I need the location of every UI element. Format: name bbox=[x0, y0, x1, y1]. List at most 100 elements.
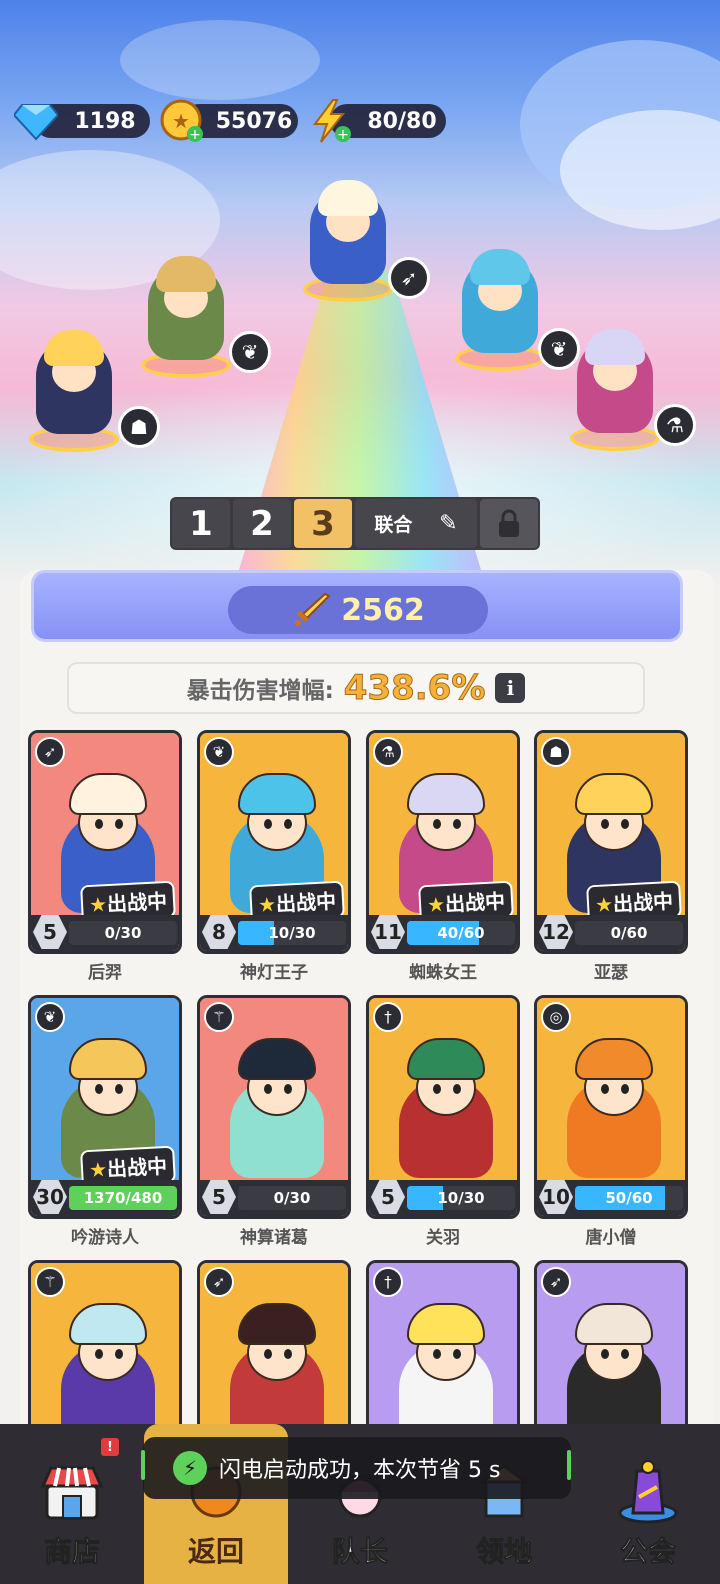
nav-guild[interactable]: 公会 bbox=[576, 1424, 720, 1584]
helmet-icon: ☗ bbox=[541, 737, 571, 767]
bow-icon: ➶ bbox=[388, 257, 430, 299]
hero-card[interactable]: ☗ ★出战中 12 0/60 bbox=[534, 730, 688, 954]
hero-card[interactable]: † bbox=[366, 1260, 520, 1434]
shop-icon bbox=[37, 1460, 107, 1524]
bow-icon: ➶ bbox=[35, 737, 65, 767]
hero-card-footer: 5 0/30 bbox=[200, 1180, 348, 1216]
hero-card[interactable]: ❦ ★出战中 8 10/30 bbox=[197, 730, 351, 954]
hero-card-footer: 12 0/60 bbox=[537, 915, 685, 951]
union-label: 联合 bbox=[374, 514, 413, 536]
sword-icon: † bbox=[373, 1267, 403, 1297]
hero-level: 12 bbox=[539, 915, 573, 949]
hero-name: 亚瑟 bbox=[594, 963, 628, 983]
hero-xp-bar: 40/60 bbox=[407, 921, 515, 945]
cloud-decoration bbox=[120, 20, 320, 100]
wings-icon: ❦ bbox=[229, 331, 271, 373]
hero-xp-bar: 10/30 bbox=[238, 921, 346, 945]
hero-name: 神算诸葛 bbox=[240, 1228, 308, 1248]
toast-message: 闪电启动成功，本次节省 5 s bbox=[219, 1458, 501, 1483]
hero-name: 神灯王子 bbox=[240, 963, 308, 983]
hero-level: 5 bbox=[202, 1180, 236, 1214]
potion-icon: ⚗ bbox=[373, 737, 403, 767]
toast-left-edge bbox=[141, 1450, 145, 1480]
sword-icon: † bbox=[373, 1002, 403, 1032]
helmet-icon: ☗ bbox=[118, 406, 160, 448]
svg-text:★: ★ bbox=[172, 109, 190, 133]
tab-team-1[interactable]: 1 bbox=[172, 499, 230, 548]
hero-level: 10 bbox=[539, 1180, 573, 1214]
sword-icon bbox=[295, 592, 331, 626]
nav-territory-label: 领地 bbox=[475, 1535, 532, 1569]
hero-xp-bar: 0/60 bbox=[575, 921, 683, 945]
hero-name: 后羿 bbox=[88, 963, 122, 983]
nav-captain-label: 队长 bbox=[331, 1535, 388, 1569]
hero-level: 5 bbox=[371, 1180, 405, 1214]
toast-right-edge bbox=[567, 1450, 571, 1480]
hero-xp-text: 50/60 bbox=[605, 1189, 653, 1207]
hero-card[interactable]: ➶ bbox=[534, 1260, 688, 1434]
tab-team-2[interactable]: 2 bbox=[233, 499, 291, 548]
star-icon: ★ bbox=[88, 892, 108, 918]
toast-notification: ⚡ 闪电启动成功，本次节省 5 s bbox=[143, 1437, 571, 1499]
edit-icon: ✎ bbox=[439, 511, 458, 536]
wings-icon: ❦ bbox=[538, 328, 580, 370]
lock-button[interactable] bbox=[480, 499, 538, 548]
hero-card[interactable]: ❦ ★出战中 30 1370/480 bbox=[28, 995, 182, 1219]
hero-level: 30 bbox=[33, 1180, 67, 1214]
hero-xp-text: 0/30 bbox=[273, 1189, 311, 1207]
hero-card[interactable]: ⚗ ★出战中 11 40/60 bbox=[366, 730, 520, 954]
hero-xp-bar: 0/30 bbox=[69, 921, 177, 945]
hero-name: 蜘蛛女王 bbox=[409, 963, 477, 983]
hero-card-footer: 5 10/30 bbox=[369, 1180, 517, 1216]
tab-team-3[interactable]: 3 bbox=[294, 499, 352, 548]
hero-card-footer: 10 50/60 bbox=[537, 1180, 685, 1216]
hero-card[interactable]: ➶ bbox=[197, 1260, 351, 1434]
potion-icon: ⚗ bbox=[654, 404, 696, 446]
nav-shop-label: 商店 bbox=[43, 1535, 100, 1569]
hero-xp-bar: 50/60 bbox=[575, 1186, 683, 1210]
team-tabs: 1 2 3 联合 ✎ bbox=[170, 497, 540, 550]
hero-xp-text: 1370/480 bbox=[83, 1189, 163, 1207]
lightning-add-icon[interactable]: + bbox=[306, 97, 354, 145]
hero-name: 唐小僧 bbox=[585, 1228, 637, 1248]
guild-icon bbox=[613, 1460, 683, 1524]
hero-card[interactable]: ➶ ★出战中 5 0/30 bbox=[28, 730, 182, 954]
hero-xp-text: 40/60 bbox=[437, 924, 485, 942]
info-icon[interactable]: i bbox=[495, 673, 526, 703]
hero-card[interactable]: ⚚ 5 0/30 bbox=[197, 995, 351, 1219]
coin-add-icon[interactable]: ★ + bbox=[158, 97, 206, 145]
hero-card-footer: 8 10/30 bbox=[200, 915, 348, 951]
tab-union[interactable]: 联合 ✎ bbox=[355, 499, 477, 548]
bow-icon: ➶ bbox=[541, 1267, 571, 1297]
gem-count: 1198 bbox=[74, 108, 136, 134]
star-icon: ★ bbox=[426, 892, 446, 918]
hero-name: 关羽 bbox=[426, 1228, 460, 1248]
lightning-icon: ⚡ bbox=[173, 1451, 207, 1485]
coin-count: 55076 bbox=[215, 108, 293, 134]
star-icon: ★ bbox=[594, 892, 614, 918]
staff-icon: ⚚ bbox=[35, 1267, 65, 1297]
nav-guild-label: 公会 bbox=[619, 1535, 676, 1569]
hero-xp-bar: 0/30 bbox=[238, 1186, 346, 1210]
lock-icon bbox=[499, 509, 519, 537]
crit-value: 438.6% bbox=[343, 668, 486, 709]
bow-icon: ➶ bbox=[204, 1267, 234, 1297]
star-icon: ★ bbox=[88, 1157, 108, 1183]
hero-xp-text: 10/30 bbox=[268, 924, 316, 942]
hero-xp-text: 0/30 bbox=[104, 924, 142, 942]
hero-card[interactable]: ◎ 10 50/60 bbox=[534, 995, 688, 1219]
wings-icon: ❦ bbox=[204, 737, 234, 767]
svg-text:+: + bbox=[189, 127, 201, 143]
hero-card[interactable]: † 5 10/30 bbox=[366, 995, 520, 1219]
hero-xp-bar: 10/30 bbox=[407, 1186, 515, 1210]
hero-card-footer: 5 0/30 bbox=[31, 915, 179, 951]
diamond-icon[interactable] bbox=[12, 97, 60, 145]
hero-name: 吟游诗人 bbox=[71, 1228, 139, 1248]
hero-xp-bar: 1370/480 bbox=[69, 1186, 177, 1210]
hero-card[interactable]: ⚚ bbox=[28, 1260, 182, 1434]
hero-card-footer: 30 1370/480 bbox=[31, 1180, 179, 1216]
crit-damage-stat: 暴击伤害增幅: 438.6% i bbox=[67, 662, 645, 714]
nav-shop[interactable]: 商店 bbox=[0, 1424, 144, 1584]
crit-label: 暴击伤害增幅: bbox=[186, 678, 334, 704]
nav-back-label: 返回 bbox=[187, 1535, 244, 1568]
